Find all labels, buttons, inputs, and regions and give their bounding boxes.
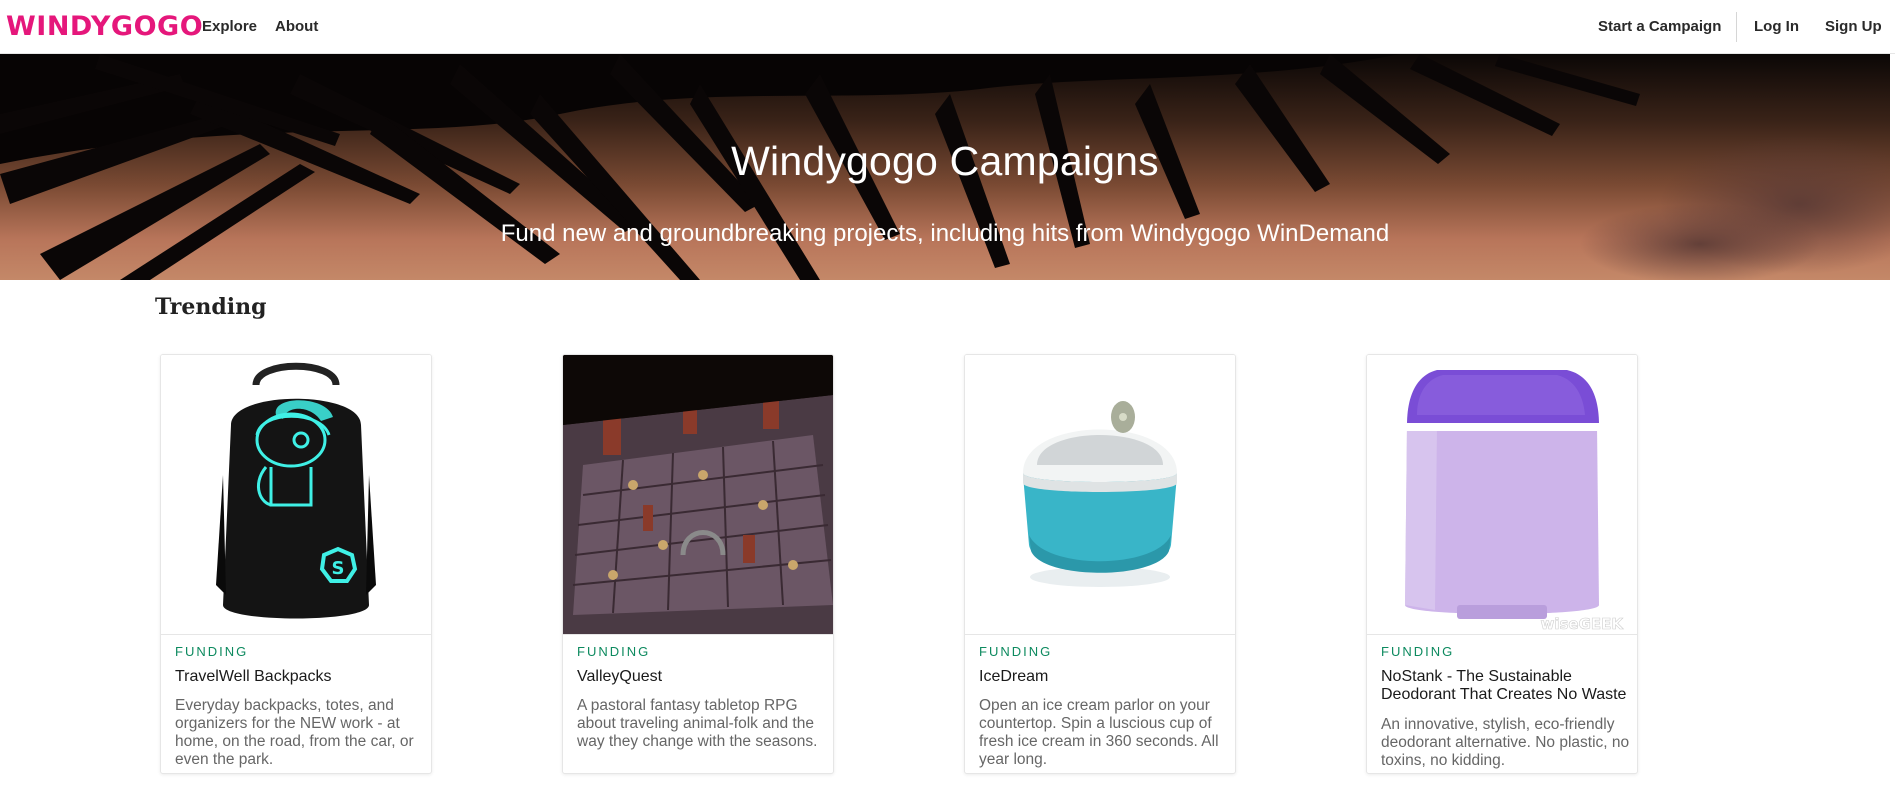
campaign-title[interactable]: TravelWell Backpacks [175,668,425,686]
windygogo-logo[interactable]: WINDYGOGO [6,13,203,40]
campaign-card[interactable]: wiseGEEK FUNDING NoStank - The Sustainab… [1366,354,1638,774]
nav-divider [1736,12,1737,42]
campaign-title[interactable]: ValleyQuest [577,668,827,686]
backpack-image: S [161,355,431,634]
funding-status: FUNDING [577,644,651,659]
hero-banner: Windygogo Campaigns Fund new and groundb… [0,54,1890,280]
svg-text:S: S [332,558,345,579]
campaign-card[interactable]: S FUNDING TravelWell Backpacks Everyday … [160,354,432,774]
campaign-description: A pastoral fantasy tabletop RPG about tr… [577,697,818,750]
signup-link[interactable]: Sign Up [1825,18,1882,35]
deodorant-image: wiseGEEK [1367,355,1637,634]
campaign-image-valleyquest[interactable] [563,355,833,635]
ice-cream-maker-image [965,355,1235,634]
funding-status: FUNDING [979,644,1053,659]
trending-heading: Trending [155,294,267,320]
nav-about-link[interactable]: About [275,18,318,35]
campaign-image-nostank[interactable]: wiseGEEK [1367,355,1637,635]
top-navbar: WINDYGOGO Explore About Start a Campaign… [0,0,1895,54]
watermark-text: wiseGEEK [1540,615,1624,633]
campaign-card[interactable]: FUNDING IceDream Open an ice cream parlo… [964,354,1236,774]
funding-status: FUNDING [1381,644,1455,659]
campaign-description: An innovative, stylish, eco-friendly deo… [1381,716,1630,769]
funding-status: FUNDING [175,644,249,659]
login-link[interactable]: Log In [1754,18,1799,35]
campaign-card[interactable]: FUNDING ValleyQuest A pastoral fantasy t… [562,354,834,774]
campaign-description: Open an ice cream parlor on your counter… [979,697,1219,768]
campaign-image-icedream[interactable] [965,355,1235,635]
campaign-title[interactable]: NoStank - The Sustainable Deodorant That… [1381,668,1631,704]
hero-title: Windygogo Campaigns [731,138,1159,184]
campaign-image-backpack[interactable]: S [161,355,431,635]
start-campaign-link[interactable]: Start a Campaign [1598,18,1721,35]
campaign-title[interactable]: IceDream [979,668,1229,686]
campaign-description: Everyday backpacks, totes, and organizer… [175,697,414,768]
hero-subtitle: Fund new and groundbreaking projects, in… [500,220,1390,247]
nav-explore-link[interactable]: Explore [202,18,257,35]
tabletop-board-image [563,355,833,634]
